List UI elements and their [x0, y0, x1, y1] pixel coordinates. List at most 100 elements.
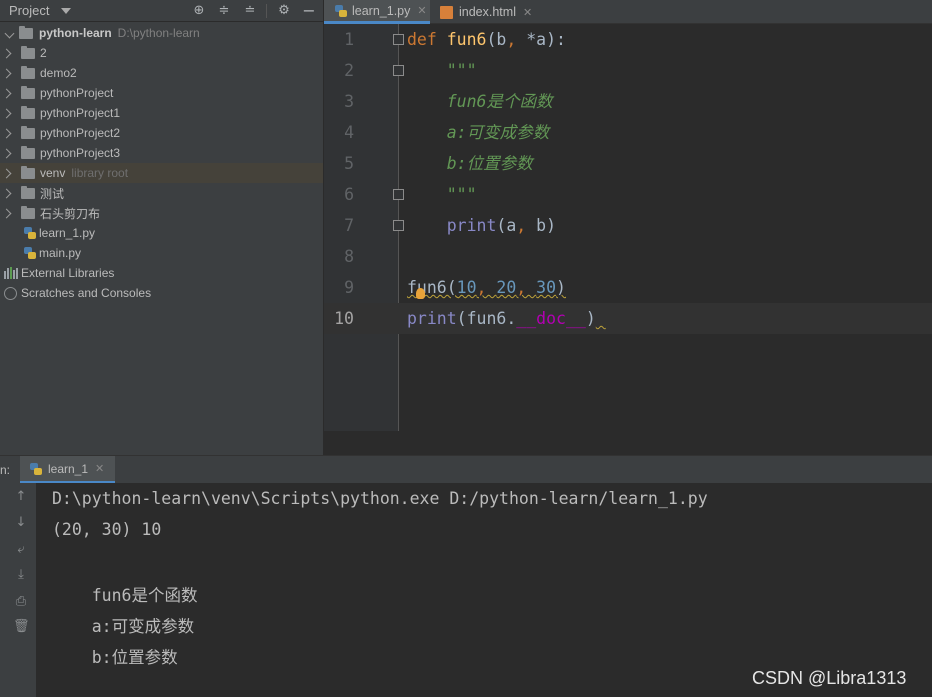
tree-item-label: pythonProject1 — [40, 106, 121, 120]
tree-item-label: learn_1.py — [39, 226, 96, 240]
line-number: 6 — [344, 185, 354, 204]
code-line[interactable]: 8 — [324, 241, 932, 272]
gear-icon[interactable]: ⚙ — [276, 3, 292, 19]
line-number: 7 — [344, 216, 354, 235]
tab-label: learn_1.py — [352, 3, 411, 18]
soft-wrap-icon[interactable]: ⤶ — [13, 542, 29, 558]
tree-item-folder[interactable]: demo2 — [0, 63, 323, 83]
editor-tabs: learn_1.py ✕ index.html ✕ — [324, 0, 932, 24]
tree-item-folder[interactable]: 测试 — [0, 183, 323, 203]
close-icon[interactable]: ✕ — [417, 4, 426, 17]
chevron-right-icon[interactable] — [1, 208, 12, 218]
tree-item-folder[interactable]: pythonProject3 — [0, 143, 323, 163]
tree-item-file[interactable]: learn_1.py — [0, 223, 323, 243]
tree-item-folder[interactable]: 石头剪刀布 — [0, 203, 323, 223]
tree-item-label: External Libraries — [21, 266, 115, 280]
line-number: 2 — [344, 61, 354, 80]
console-line: b:位置参数 — [52, 648, 178, 667]
run-tab-label: learn_1 — [48, 461, 89, 476]
close-icon[interactable]: ✕ — [523, 6, 532, 19]
tab-label: index.html — [459, 5, 516, 19]
fold-marker-icon[interactable] — [393, 34, 404, 45]
code-line[interactable]: 5 b:位置参数 — [324, 148, 932, 179]
folder-icon — [21, 105, 35, 119]
down-arrow-icon[interactable]: ↓ — [13, 515, 29, 531]
chevron-right-icon[interactable] — [1, 108, 12, 118]
up-arrow-icon[interactable]: ↑ — [13, 489, 29, 505]
project-tree: python-learn D:\python-learn 2 demo2 pyt… — [0, 23, 323, 303]
console-output[interactable]: D:\python-learn\venv\Scripts\python.exe … — [36, 483, 932, 697]
chevron-down-icon[interactable] — [61, 7, 72, 14]
tree-item-label: 测试 — [40, 186, 65, 201]
tree-item-venv[interactable]: venv library root — [0, 163, 323, 183]
code-editor[interactable]: 1 def fun6(b, *a): 2 """ 3 fun6是个函数 4 a:可… — [324, 24, 932, 431]
tree-item-folder[interactable]: pythonProject — [0, 83, 323, 103]
scratches-icon — [4, 286, 17, 300]
project-panel-header: Project ⊕ ≑ ≐ ⚙ − — [0, 0, 323, 22]
console-line: (20, 30) 10 — [52, 520, 162, 539]
tree-root[interactable]: python-learn D:\python-learn — [0, 23, 323, 43]
folder-icon — [21, 45, 35, 59]
line-number: 10 — [334, 309, 354, 328]
code-line[interactable]: 7 print(a, b) — [324, 210, 932, 241]
trash-icon[interactable]: 🗑 — [13, 619, 30, 635]
run-tab-learn-1[interactable]: learn_1 ✕ — [20, 456, 115, 484]
code-line-current[interactable]: 10 print(fun6.__doc__) — [324, 303, 932, 334]
folder-icon — [21, 185, 35, 199]
intention-bulb-icon[interactable] — [416, 288, 425, 299]
project-panel-title[interactable]: Project — [9, 3, 49, 18]
chevron-right-icon[interactable] — [1, 48, 12, 58]
expand-all-icon[interactable]: ≑ — [216, 3, 232, 19]
tab-index-html[interactable]: index.html ✕ — [432, 0, 542, 24]
code-line[interactable]: 1 def fun6(b, *a): — [324, 24, 932, 55]
root-path: D:\python-learn — [117, 26, 200, 40]
line-number: 9 — [344, 278, 354, 297]
tree-item-folder[interactable]: pythonProject2 — [0, 123, 323, 143]
code-line[interactable]: 9 fun6(10, 20, 30) — [324, 272, 932, 303]
python-file-icon — [334, 4, 348, 18]
watermark: CSDN @Libra1313 — [752, 668, 907, 688]
tree-item-label: pythonProject — [40, 86, 114, 100]
print-icon[interactable]: ⎙ — [13, 594, 29, 610]
chevron-right-icon[interactable] — [1, 88, 12, 98]
folder-icon — [19, 25, 33, 39]
code-line[interactable]: 2 """ — [324, 55, 932, 86]
chevron-right-icon[interactable] — [1, 168, 12, 178]
locate-target-icon[interactable]: ⊕ — [191, 3, 207, 19]
fold-marker-icon[interactable] — [393, 65, 404, 76]
chevron-right-icon[interactable] — [1, 148, 12, 158]
chevron-down-icon[interactable] — [4, 28, 15, 38]
tree-item-external-libraries[interactable]: External Libraries — [0, 263, 323, 283]
tree-item-label: 石头剪刀布 — [40, 206, 101, 221]
tree-item-label: main.py — [39, 246, 82, 260]
fold-marker-icon[interactable] — [393, 220, 404, 231]
chevron-right-icon[interactable] — [1, 128, 12, 138]
run-toolbar: ↑ ↓ ⤶ ⤓ ⎙ 🗑 — [0, 483, 36, 697]
tree-item-folder[interactable]: 2 — [0, 43, 323, 63]
line-number: 5 — [344, 154, 354, 173]
root-name: python-learn — [39, 26, 112, 40]
line-number: 3 — [344, 92, 354, 111]
code-line[interactable]: 3 fun6是个函数 — [324, 86, 932, 117]
scroll-to-end-icon[interactable]: ⤓ — [13, 567, 29, 583]
tree-item-scratches[interactable]: Scratches and Consoles — [0, 283, 323, 303]
python-file-icon — [23, 246, 37, 260]
tab-learn-1-py[interactable]: learn_1.py ✕ — [324, 0, 430, 24]
code-line[interactable]: 6 """ — [324, 179, 932, 210]
project-panel-footer — [0, 431, 323, 455]
collapse-all-icon[interactable]: ≐ — [242, 3, 258, 19]
tree-item-label: 2 — [40, 46, 47, 60]
python-run-icon — [29, 462, 43, 476]
line-number: 1 — [344, 30, 354, 49]
chevron-right-icon[interactable] — [1, 68, 12, 78]
fold-marker-icon[interactable] — [393, 189, 404, 200]
tree-item-folder[interactable]: pythonProject1 — [0, 103, 323, 123]
chevron-right-icon[interactable] — [1, 188, 12, 198]
minimize-icon[interactable]: − — [301, 3, 317, 19]
folder-icon — [21, 165, 35, 179]
run-panel-label: n: — [0, 463, 11, 477]
tree-item-file[interactable]: main.py — [0, 243, 323, 263]
project-panel: Project ⊕ ≑ ≐ ⚙ − python-learn D:\python… — [0, 0, 323, 455]
close-icon[interactable]: ✕ — [95, 462, 104, 475]
code-line[interactable]: 4 a:可变成参数 — [324, 117, 932, 148]
